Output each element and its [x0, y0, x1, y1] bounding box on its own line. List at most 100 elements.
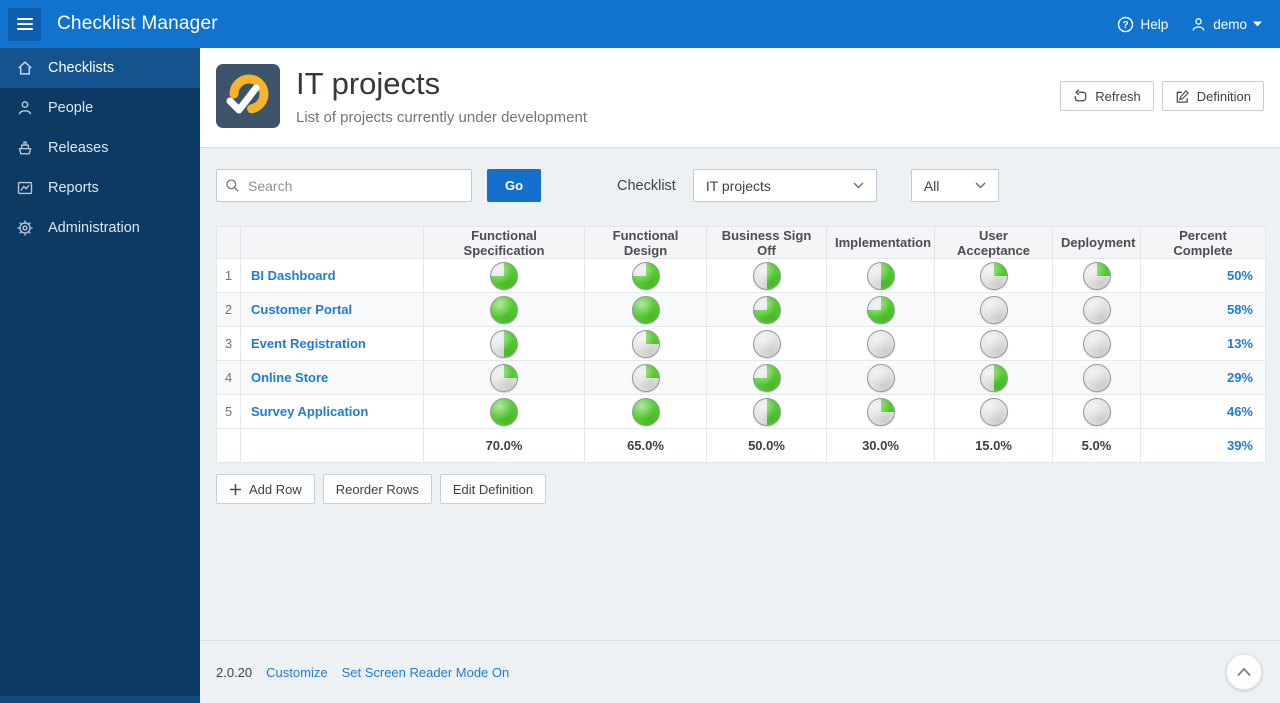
- progress-pie[interactable]: [490, 397, 518, 426]
- add-row-button[interactable]: Add Row: [216, 474, 315, 504]
- sidebar-item-checklists[interactable]: Checklists: [0, 48, 200, 88]
- search-input[interactable]: [216, 169, 472, 202]
- refresh-icon: [1074, 88, 1087, 101]
- screen-reader-mode-link[interactable]: Set Screen Reader Mode On: [342, 665, 510, 680]
- edit-definition-label: Edit Definition: [452, 481, 534, 497]
- column-header-user-acceptance[interactable]: User Acceptance: [934, 226, 1053, 259]
- sidebar-item-reports[interactable]: Reports: [0, 168, 200, 208]
- summary-value: 50.0%: [706, 428, 827, 463]
- sidebar-item-people[interactable]: People: [0, 88, 200, 128]
- user-menu[interactable]: demo: [1190, 16, 1262, 33]
- progress-pie[interactable]: [866, 329, 895, 358]
- progress-pie[interactable]: [866, 397, 895, 426]
- progress-pie[interactable]: [979, 329, 1008, 358]
- column-header-functional-design[interactable]: Functional Design: [584, 226, 707, 259]
- percent-complete-link[interactable]: 50%: [1227, 268, 1253, 283]
- column-header-deployment[interactable]: Deployment: [1052, 226, 1141, 259]
- person-icon: [18, 101, 32, 115]
- definition-button[interactable]: Definition: [1161, 81, 1264, 111]
- home-icon: [18, 61, 32, 75]
- reorder-rows-label: Reorder Rows: [335, 481, 419, 497]
- progress-pie[interactable]: [979, 295, 1008, 324]
- percent-complete-link[interactable]: 58%: [1227, 302, 1253, 317]
- progress-pie[interactable]: [631, 363, 660, 392]
- refresh-label: Refresh: [1095, 88, 1141, 104]
- help-menu[interactable]: ? Help: [1117, 16, 1168, 33]
- version-label: 2.0.20: [216, 664, 253, 680]
- main-region: IT projects List of projects currently u…: [200, 48, 1280, 703]
- row-number: 2: [216, 292, 241, 327]
- progress-pie[interactable]: [631, 261, 660, 290]
- page-title: IT projects: [296, 66, 441, 101]
- column-header-implementation[interactable]: Implementation: [826, 226, 935, 259]
- progress-pie[interactable]: [1082, 295, 1111, 324]
- help-circle-icon: ?: [1118, 16, 1134, 32]
- progress-pie[interactable]: [752, 261, 781, 290]
- table-row: 3 Event Registration 13%: [216, 326, 1266, 361]
- table-row: 5 Survey Application 46%: [216, 394, 1266, 429]
- project-link[interactable]: Survey Application: [251, 404, 368, 419]
- sidebar-item-label: Reports: [48, 180, 99, 196]
- percent-complete-link[interactable]: 46%: [1227, 404, 1253, 419]
- table-header-row: Functional Specification Functional Desi…: [216, 226, 1266, 259]
- progress-pie[interactable]: [490, 261, 518, 290]
- sidebar-item-releases[interactable]: Releases: [0, 128, 200, 168]
- progress-pie[interactable]: [631, 295, 660, 324]
- sidebar-item-administration[interactable]: Administration: [0, 208, 200, 248]
- hamburger-menu-button[interactable]: [8, 7, 41, 41]
- row-number: 5: [216, 394, 241, 429]
- progress-pie[interactable]: [631, 397, 660, 426]
- progress-pie[interactable]: [1082, 363, 1111, 392]
- customize-link[interactable]: Customize: [266, 665, 327, 680]
- plus-icon: [229, 483, 242, 495]
- project-link[interactable]: Customer Portal: [251, 302, 352, 317]
- progress-pie[interactable]: [752, 397, 781, 426]
- chart-icon: [17, 181, 33, 195]
- progress-pie[interactable]: [490, 329, 518, 358]
- progress-pie[interactable]: [490, 295, 518, 324]
- project-link[interactable]: BI Dashboard: [251, 268, 336, 283]
- edit-definition-button[interactable]: Edit Definition: [439, 474, 547, 504]
- summary-row: 70.0% 65.0% 50.0% 30.0% 15.0% 5.0% 39%: [216, 428, 1266, 463]
- progress-pie[interactable]: [866, 261, 895, 290]
- definition-label: Definition: [1196, 88, 1251, 104]
- column-header-percent-complete[interactable]: Percent Complete: [1140, 226, 1266, 259]
- summary-value: 65.0%: [584, 428, 707, 463]
- progress-pie[interactable]: [752, 363, 781, 392]
- reorder-rows-button[interactable]: Reorder Rows: [322, 474, 432, 504]
- app-title: Checklist Manager: [57, 13, 218, 34]
- edit-icon: [1176, 89, 1189, 103]
- progress-pie[interactable]: [979, 397, 1008, 426]
- progress-pie[interactable]: [1082, 329, 1111, 358]
- summary-value: 15.0%: [934, 428, 1053, 463]
- progress-pie[interactable]: [1082, 261, 1111, 290]
- status-select-value: All: [923, 177, 940, 194]
- refresh-button[interactable]: Refresh: [1060, 81, 1154, 111]
- project-link[interactable]: Event Registration: [251, 336, 366, 351]
- percent-complete-link[interactable]: 29%: [1227, 370, 1253, 385]
- progress-pie[interactable]: [979, 261, 1008, 290]
- summary-value: 30.0%: [826, 428, 935, 463]
- status-select[interactable]: All: [910, 169, 999, 202]
- column-header-functional-specification[interactable]: Functional Specification: [423, 226, 585, 259]
- progress-pie[interactable]: [979, 363, 1008, 392]
- column-header-business-sign-off[interactable]: Business Sign Off: [706, 226, 827, 259]
- progress-pie[interactable]: [631, 329, 660, 358]
- progress-pie[interactable]: [866, 363, 895, 392]
- percent-complete-link[interactable]: 13%: [1227, 336, 1253, 351]
- search-box: [216, 169, 472, 202]
- go-button[interactable]: Go: [487, 169, 541, 202]
- summary-value: 70.0%: [423, 428, 585, 463]
- checklist-select[interactable]: IT projects: [692, 169, 877, 202]
- progress-pie[interactable]: [1082, 397, 1111, 426]
- progress-pie[interactable]: [752, 329, 781, 358]
- progress-pie[interactable]: [752, 295, 781, 324]
- progress-pie[interactable]: [866, 295, 895, 324]
- scroll-to-top-button[interactable]: [1226, 654, 1262, 690]
- chevron-down-icon: [975, 182, 986, 189]
- checklist-table: Functional Specification Functional Desi…: [216, 226, 1266, 463]
- project-link[interactable]: Online Store: [251, 370, 328, 385]
- progress-pie[interactable]: [490, 363, 518, 392]
- sidebar-navigation: Checklists People Releases Reports Admin…: [0, 48, 200, 703]
- person-icon: [1192, 17, 1205, 31]
